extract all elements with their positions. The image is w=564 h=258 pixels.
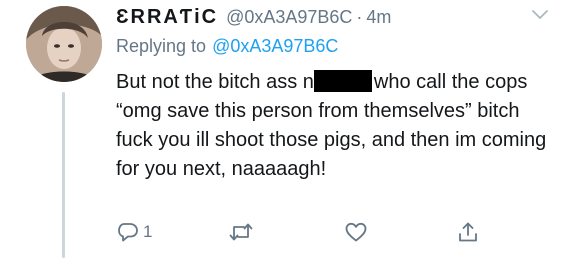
like-button[interactable] — [344, 220, 368, 244]
separator-dot: · — [356, 7, 363, 27]
chevron-down-icon[interactable] — [531, 8, 549, 22]
censor-bar — [313, 70, 372, 92]
author-display-name[interactable]: ƐRRAƬiC — [116, 6, 218, 29]
tweet-text-before: But not the bitch ass n — [116, 71, 314, 93]
reply-button[interactable]: 1 — [116, 220, 152, 244]
heart-icon — [345, 222, 367, 242]
share-icon — [459, 222, 477, 242]
tweet-header: ƐRRAƬiC @0xA3A97B6C · 4m — [116, 6, 391, 28]
avatar-photo — [26, 6, 102, 82]
share-button[interactable] — [456, 220, 480, 244]
reply-icon — [118, 223, 138, 242]
replying-to: Replying to @0xA3A97B6C — [116, 36, 338, 57]
replying-to-label: Replying to — [116, 36, 207, 56]
tweet-time[interactable]: 4m — [366, 7, 391, 28]
author-handle[interactable]: @0xA3A97B6C — [226, 7, 352, 28]
tweet-text: But not the bitch ass n who call the cops… — [116, 68, 556, 184]
tweet-actions: 1 — [116, 220, 496, 250]
avatar[interactable] — [26, 6, 102, 82]
retweet-button[interactable] — [228, 220, 254, 244]
reply-count: 1 — [143, 222, 153, 241]
thread-line — [62, 92, 65, 258]
retweet-icon — [229, 223, 253, 241]
replying-to-handle[interactable]: @0xA3A97B6C — [212, 36, 338, 56]
